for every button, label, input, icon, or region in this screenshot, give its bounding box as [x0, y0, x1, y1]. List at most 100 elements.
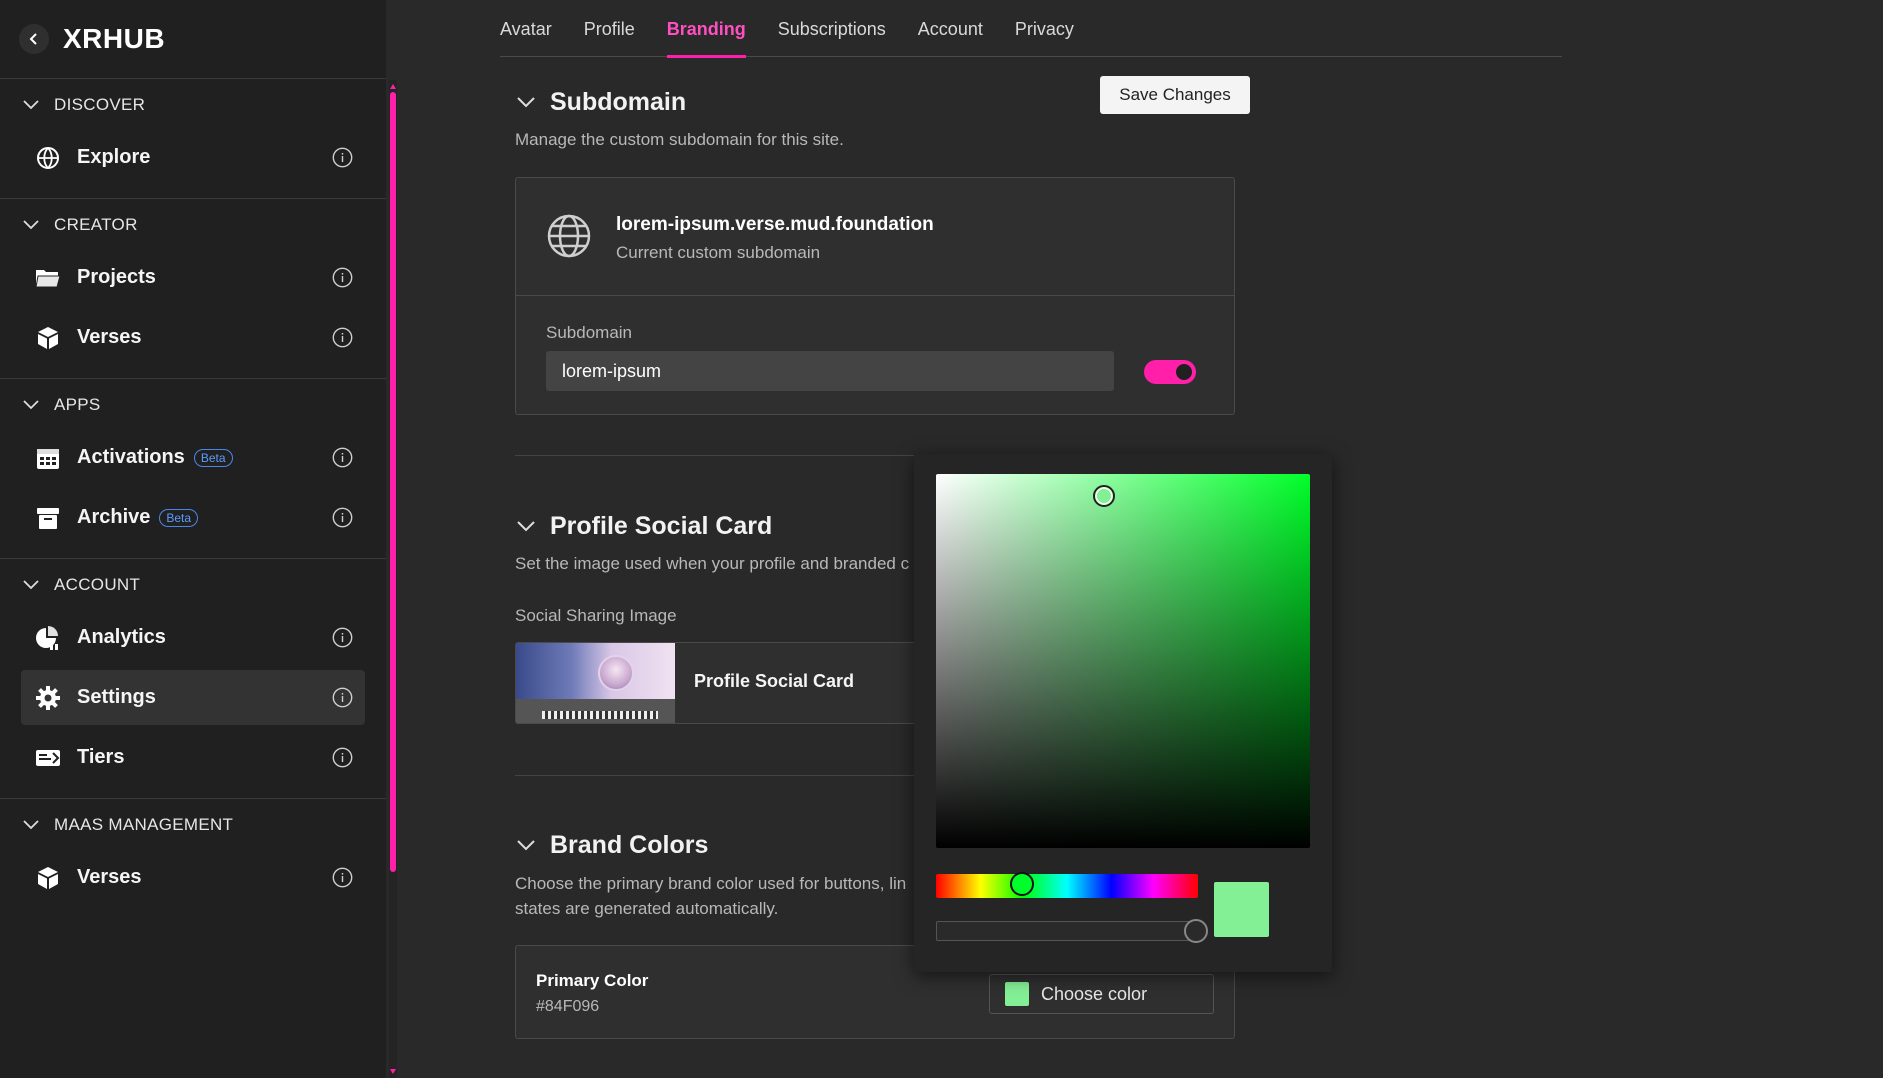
- sidebar-item-analytics[interactable]: Analytics: [21, 610, 365, 665]
- section-title: Subdomain: [550, 88, 687, 116]
- tab-branding[interactable]: Branding: [666, 0, 746, 58]
- chevron-down-icon: [22, 816, 40, 834]
- explore-icon: [35, 145, 61, 171]
- subdomain-input[interactable]: [546, 351, 1114, 391]
- info-icon[interactable]: [332, 627, 353, 648]
- chevron-down-icon: [22, 216, 40, 234]
- sidebar-section-account: ACCOUNT Analytics Settings Tiers: [0, 565, 386, 799]
- sidebar: XRHUB DISCOVER Explore CREATOR Projects: [0, 0, 386, 1078]
- section-title: MAAS MANAGEMENT: [54, 815, 234, 834]
- section-toggle-maas-management[interactable]: MAAS MANAGEMENT: [0, 805, 386, 845]
- saturation-value-area[interactable]: [936, 474, 1310, 848]
- info-icon[interactable]: [332, 267, 353, 288]
- toggle-knob: [1176, 364, 1192, 380]
- beta-badge: Beta: [193, 448, 233, 467]
- alpha-slider[interactable]: [936, 921, 1198, 941]
- current-domain-caption: Current custom subdomain: [616, 243, 821, 262]
- tab-privacy[interactable]: Privacy: [1015, 0, 1074, 57]
- sidebar-section-maas-management: MAAS MANAGEMENT Verses: [0, 805, 386, 918]
- brand-colors-section-toggle[interactable]: Brand Colors: [516, 831, 708, 860]
- section-toggle-discover[interactable]: DISCOVER: [0, 85, 386, 125]
- info-icon[interactable]: [332, 867, 353, 888]
- tab-avatar[interactable]: Avatar: [500, 0, 552, 57]
- info-icon[interactable]: [332, 747, 353, 768]
- scroll-down-arrow-icon[interactable]: [390, 1069, 396, 1074]
- gear-icon: [35, 685, 61, 711]
- settings-tabs: Avatar Profile Branding Subscriptions Ac…: [500, 0, 1562, 58]
- sidebar-section-creator: CREATOR Projects Verses: [0, 205, 386, 379]
- tab-subscriptions[interactable]: Subscriptions: [778, 0, 886, 57]
- tab-profile[interactable]: Profile: [584, 0, 635, 57]
- tab-account[interactable]: Account: [918, 0, 983, 57]
- section-title: DISCOVER: [54, 95, 146, 114]
- sidebar-item-activations[interactable]: Activations Beta: [21, 430, 365, 485]
- section-toggle-apps[interactable]: APPS: [0, 385, 386, 425]
- sidebar-item-tiers[interactable]: Tiers: [21, 730, 365, 785]
- sidebar-item-label: Explore: [77, 146, 151, 168]
- beta-badge: Beta: [159, 508, 199, 527]
- info-icon[interactable]: [332, 447, 353, 468]
- cube-icon: [35, 865, 61, 891]
- section-title: APPS: [54, 395, 101, 414]
- sidebar-item-explore[interactable]: Explore: [21, 130, 365, 185]
- globe-icon: [547, 214, 591, 258]
- section-toggle-creator[interactable]: CREATOR: [0, 205, 386, 245]
- section-title: ACCOUNT: [54, 575, 141, 594]
- color-picker-popover: [914, 454, 1332, 972]
- sidebar-item-settings[interactable]: Settings: [21, 670, 365, 725]
- choose-color-label: Choose color: [1041, 983, 1148, 1004]
- back-button[interactable]: [19, 24, 49, 54]
- folder-icon: [35, 265, 61, 291]
- social-card-section-toggle[interactable]: Profile Social Card: [516, 512, 772, 541]
- choose-color-button[interactable]: Choose color: [989, 974, 1214, 1014]
- subdomain-section-toggle[interactable]: Subdomain: [516, 88, 686, 117]
- sidebar-item-archive[interactable]: Archive Beta: [21, 490, 365, 545]
- sidebar-item-projects[interactable]: Projects: [21, 250, 365, 305]
- info-icon[interactable]: [332, 147, 353, 168]
- alpha-slider-handle[interactable]: [1184, 919, 1208, 943]
- chevron-down-icon: [22, 96, 40, 114]
- subdomain-field-label: Subdomain: [546, 323, 633, 342]
- app-logo-title: XRHUB: [63, 23, 166, 54]
- sidebar-item-label: Archive: [77, 506, 151, 528]
- chevron-down-icon: [22, 396, 40, 414]
- sidebar-item-label: Activations: [77, 446, 185, 468]
- primary-color-hex: #84F096: [536, 998, 600, 1015]
- subdomain-toggle[interactable]: [1144, 360, 1196, 384]
- info-icon[interactable]: [332, 687, 353, 708]
- sidebar-item-label: Verses: [77, 866, 142, 888]
- color-preview-swatch: [1214, 882, 1269, 937]
- analytics-icon: [35, 625, 61, 651]
- scroll-up-arrow-icon[interactable]: [390, 84, 396, 89]
- section-title: Profile Social Card: [550, 512, 773, 540]
- sidebar-item-label: Projects: [77, 266, 156, 288]
- info-icon[interactable]: [332, 327, 353, 348]
- primary-color-label: Primary Color: [536, 971, 649, 990]
- section-description: Manage the custom subdomain for this sit…: [515, 130, 844, 149]
- archive-icon: [35, 505, 61, 531]
- sidebar-section-discover: DISCOVER Explore: [0, 85, 386, 199]
- sidebar-item-label: Settings: [77, 686, 156, 708]
- cube-icon: [35, 325, 61, 351]
- sidebar-item-maas-verses[interactable]: Verses: [21, 850, 365, 905]
- sidebar-item-verses[interactable]: Verses: [21, 310, 365, 365]
- section-description-line2: states are generated automatically.: [515, 899, 779, 918]
- chevron-down-icon: [516, 93, 536, 113]
- save-changes-button[interactable]: Save Changes: [1100, 76, 1250, 114]
- chevron-down-icon: [516, 517, 536, 537]
- chevron-down-icon: [516, 836, 536, 856]
- chevron-down-icon: [22, 576, 40, 594]
- section-title: Brand Colors: [550, 831, 709, 859]
- subdomain-card: lorem-ipsum.verse.mud.foundation Current…: [515, 177, 1235, 415]
- ticket-icon: [35, 745, 61, 771]
- hue-slider[interactable]: [936, 874, 1198, 898]
- sidebar-scrollbar-thumb[interactable]: [390, 92, 396, 872]
- sidebar-item-label: Analytics: [77, 626, 166, 648]
- calendar-icon: [35, 445, 61, 471]
- info-icon[interactable]: [332, 507, 353, 528]
- section-title: CREATOR: [54, 215, 138, 234]
- sidebar-item-label: Verses: [77, 326, 142, 348]
- social-image-name: Profile Social Card: [694, 671, 855, 691]
- section-toggle-account[interactable]: ACCOUNT: [0, 565, 386, 605]
- current-domain-panel: lorem-ipsum.verse.mud.foundation Current…: [516, 178, 1234, 296]
